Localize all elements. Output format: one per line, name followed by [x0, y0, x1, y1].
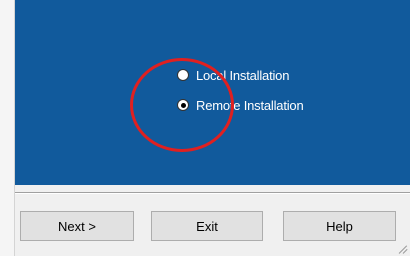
- installer-window: Local Installation Remote Installation N…: [0, 0, 410, 256]
- local-installation-label: Local Installation: [196, 67, 290, 83]
- help-button[interactable]: Help: [283, 211, 396, 241]
- left-frame-edge: [0, 0, 15, 256]
- exit-button[interactable]: Exit: [151, 211, 263, 241]
- local-installation-option[interactable]: Local Installation: [177, 66, 289, 84]
- remote-installation-label: Remote Installation: [196, 97, 304, 113]
- installation-type-panel: [15, 0, 410, 185]
- remote-installation-radio[interactable]: [177, 99, 189, 111]
- panel-divider: [15, 192, 410, 194]
- resize-grip-icon[interactable]: [396, 242, 408, 254]
- local-installation-radio[interactable]: [177, 69, 189, 81]
- remote-installation-option[interactable]: Remote Installation: [177, 96, 304, 114]
- next-button[interactable]: Next >: [20, 211, 134, 241]
